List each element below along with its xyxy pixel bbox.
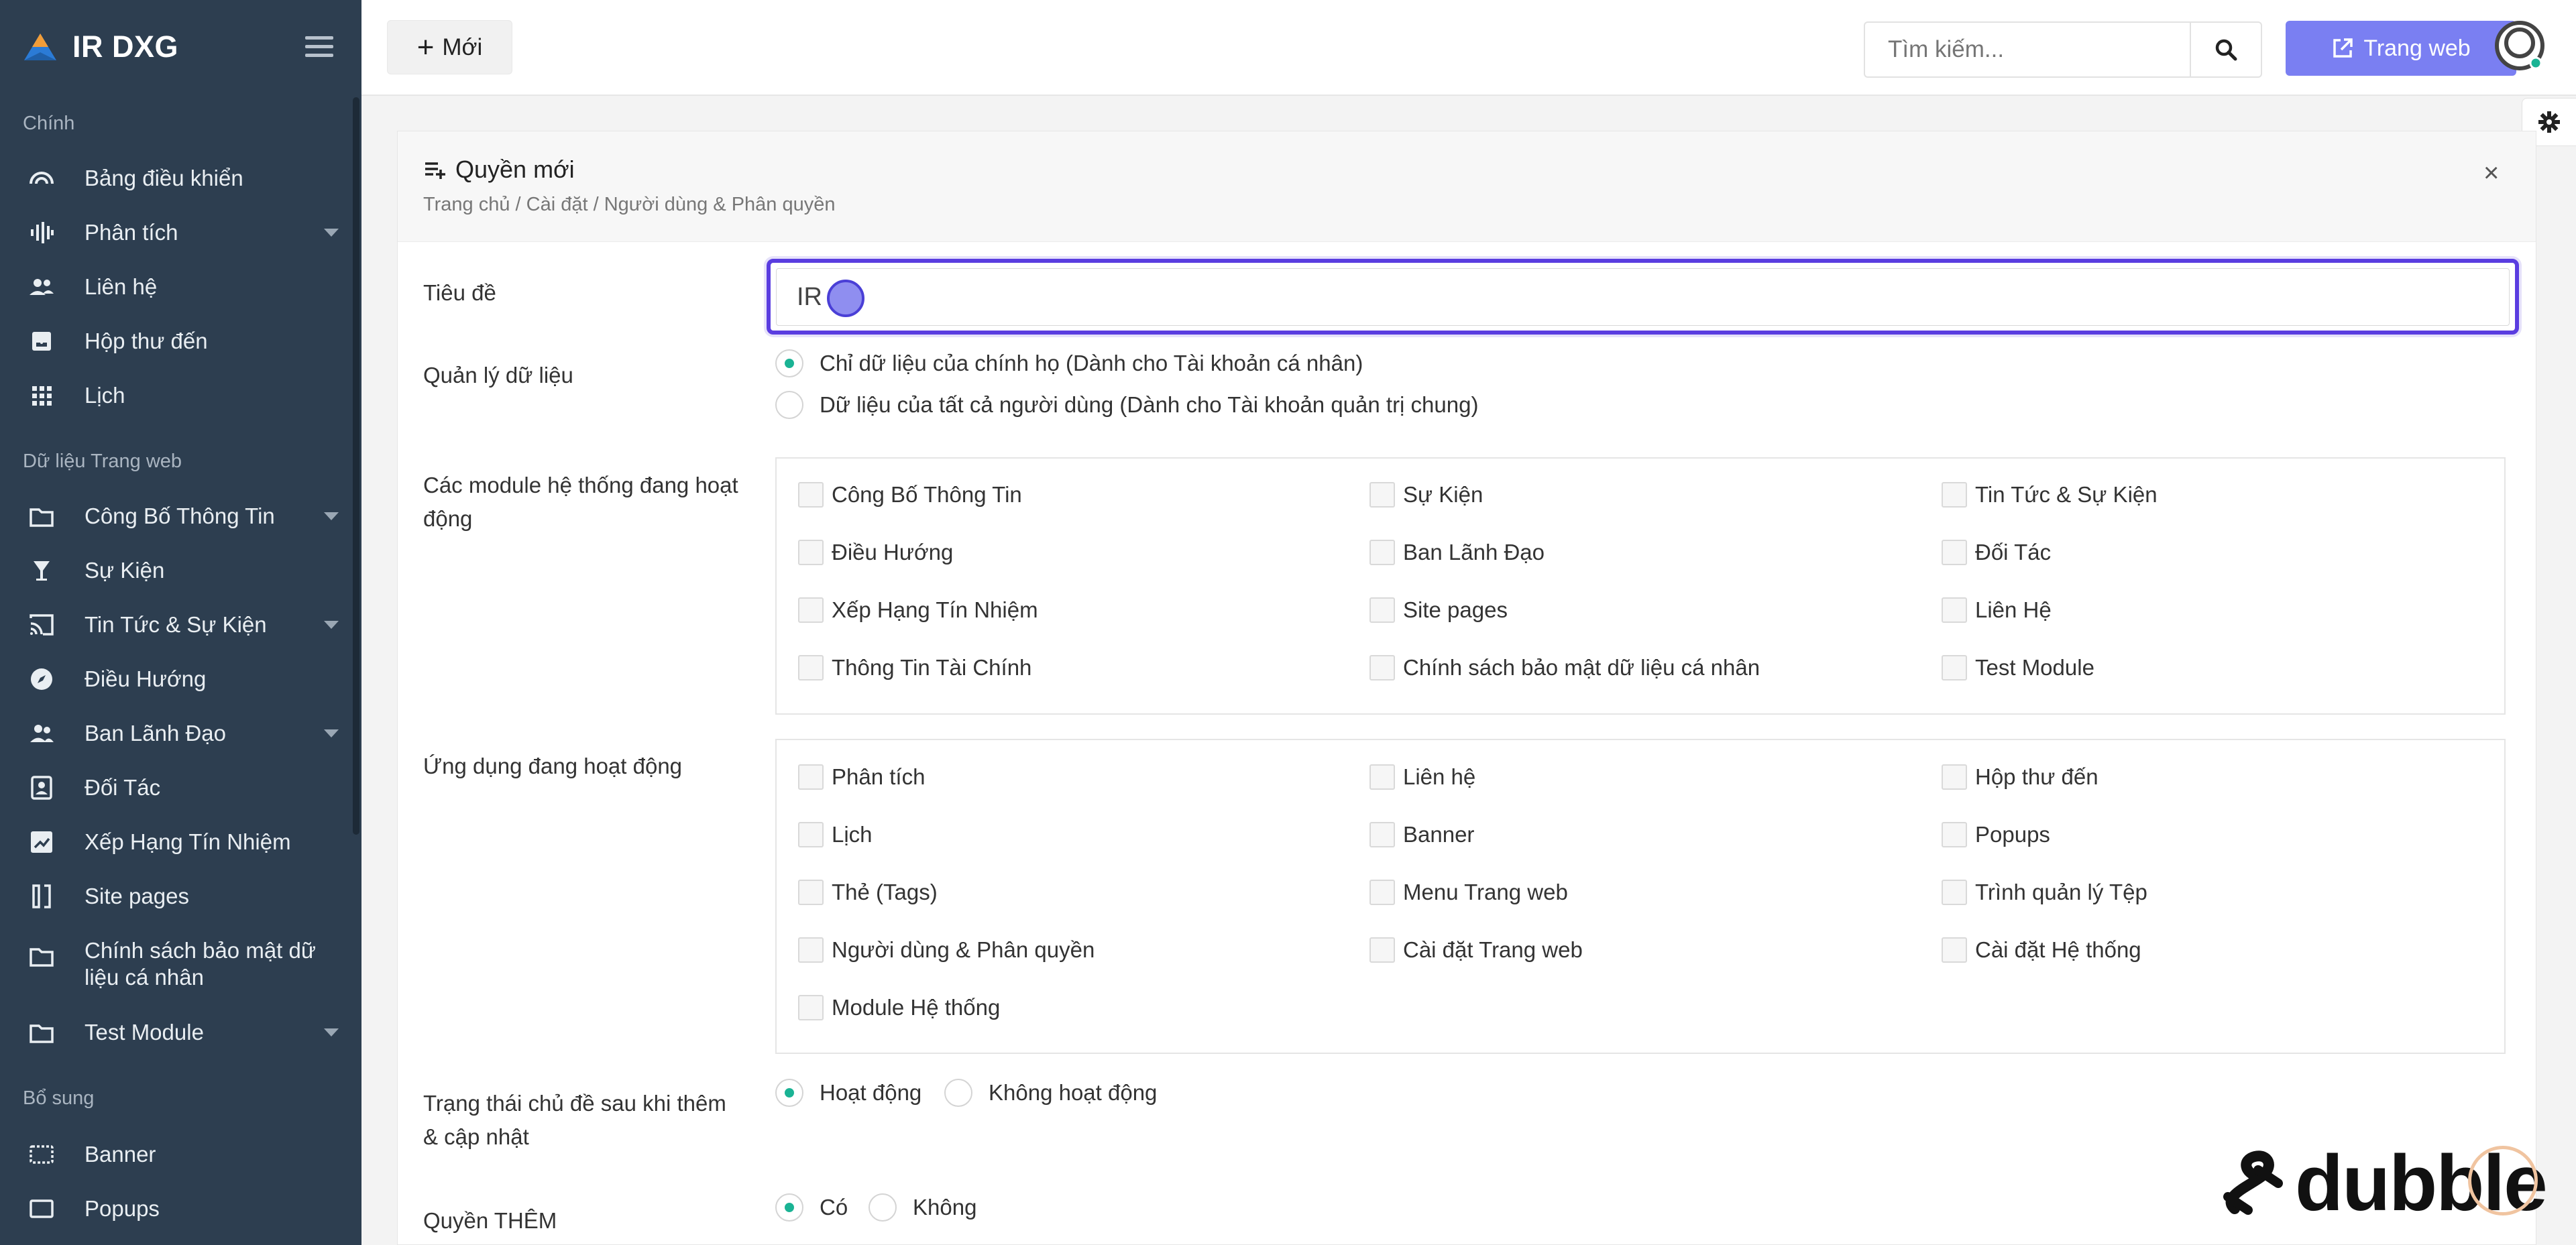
app-checkbox[interactable]: Người dùng & Phân quyền (798, 937, 1095, 963)
popup-icon (28, 1195, 55, 1222)
data-scope-all[interactable]: Dữ liệu của tất cả người dùng (Dành cho … (775, 391, 1478, 419)
title-label: Tiêu đề (423, 280, 496, 305)
app-checkbox[interactable]: Menu Trang web (1369, 880, 1568, 905)
radio-active[interactable] (775, 1079, 803, 1107)
app-checkbox[interactable]: Lịch (798, 822, 873, 847)
external-link-icon (2333, 38, 2353, 58)
brand[interactable]: IR DXG (23, 27, 178, 67)
module-checkbox[interactable]: Liên Hệ (1942, 597, 2052, 623)
app-checkbox[interactable]: Popups (1942, 822, 2050, 847)
chart-edit-icon (28, 829, 55, 855)
folder-icon (28, 943, 55, 969)
playlist-add-icon (425, 162, 445, 179)
add-permission-label: Quyền THÊM (423, 1208, 557, 1233)
trophy-icon (28, 557, 55, 584)
brand-name: IR DXG (72, 29, 179, 64)
gauge-icon (28, 165, 55, 192)
search-icon (2215, 39, 2237, 61)
app-checkbox[interactable]: Trình quản lý Tệp (1942, 880, 2147, 905)
module-checkbox[interactable]: Site pages (1369, 597, 1508, 623)
breadcrumb: Trang chủ / Cài đặt / Người dùng & Phân … (423, 194, 836, 215)
app-checkbox[interactable]: Phân tích (798, 764, 925, 790)
module-checkbox[interactable]: Xếp Hạng Tín Nhiệm (798, 597, 1038, 623)
status-inactive[interactable]: Không hoạt động (944, 1079, 1157, 1107)
data-scope-own[interactable]: Chỉ dữ liệu của chính họ (Dành cho Tài k… (775, 349, 1363, 377)
brand-logo-icon (24, 34, 56, 60)
status-label: Trạng thái chủ đề sau khi thêm & cập nhậ… (423, 1091, 726, 1149)
chevron-down-icon (324, 621, 339, 629)
module-checkbox[interactable]: Thông Tin Tài Chính (798, 655, 1031, 680)
gear-icon (2538, 111, 2560, 133)
contact-card-icon (28, 774, 55, 801)
people-icon (28, 720, 55, 747)
section-label-website-data: Dữ liệu Trang web (23, 451, 182, 472)
user-avatar-icon (2495, 21, 2544, 70)
app-checkbox[interactable]: Thẻ (Tags) (798, 880, 938, 905)
title-input[interactable] (776, 268, 2510, 326)
radio-add-no[interactable] (869, 1193, 897, 1222)
page-title: Quyền mới (423, 156, 575, 184)
add-permission-yes[interactable]: Có (775, 1193, 848, 1222)
modules-box: Công Bố Thông Tin Sự Kiện Tin Tức & Sự K… (775, 457, 2506, 715)
inbox-icon (28, 328, 55, 355)
radio-all-data[interactable] (775, 391, 803, 419)
apps-box: Phân tích Liên hệ Hộp thư đến Lịch Banne… (775, 739, 2506, 1054)
section-label-extras: Bổ sung (23, 1087, 95, 1109)
radio-add-yes[interactable] (775, 1193, 803, 1222)
radio-own-data[interactable] (775, 349, 803, 377)
top-bar: + Mới Trang web (361, 0, 2576, 96)
sidebar-scrollbar[interactable] (353, 97, 359, 835)
add-permission-no[interactable]: Không (869, 1193, 976, 1222)
banner-icon (28, 1141, 55, 1168)
module-checkbox[interactable]: Sự Kiện (1369, 482, 1483, 508)
new-permission-panel: Quyền mới Trang chủ / Cài đặt / Người dù… (397, 131, 2536, 1245)
title-field-focus (767, 259, 2519, 335)
mouse-cursor (827, 280, 864, 317)
search-input[interactable] (1864, 21, 2191, 78)
apps-grid-icon (28, 382, 55, 409)
search-button[interactable] (2190, 21, 2262, 78)
folder-icon (28, 1019, 55, 1046)
click-indicator-ring (2468, 1146, 2538, 1216)
radio-inactive[interactable] (944, 1079, 972, 1107)
waveform-icon (28, 219, 55, 246)
app-checkbox[interactable]: Liên hệ (1369, 764, 1475, 790)
data-scope-label: Quản lý dữ liệu (423, 363, 573, 388)
cast-icon (28, 611, 55, 638)
sidebar: IR DXG Chính Bảng điều khiển Phân tích L… (0, 0, 361, 1245)
modules-label: Các module hệ thống đang hoạt động (423, 473, 738, 531)
chevron-down-icon (324, 229, 339, 237)
module-checkbox[interactable]: Chính sách bảo mật dữ liệu cá nhân (1369, 655, 1760, 680)
module-checkbox[interactable]: Đối Tác (1942, 540, 2051, 565)
avatar[interactable] (2494, 20, 2545, 71)
chevron-down-icon (324, 1028, 339, 1036)
app-checkbox[interactable]: Hộp thư đến (1942, 764, 2098, 790)
apps-label: Ứng dụng đang hoạt động (423, 754, 683, 778)
compass-icon (28, 666, 55, 693)
plus-icon: + (416, 30, 435, 64)
module-checkbox[interactable]: Điều Hướng (798, 540, 953, 565)
module-checkbox[interactable]: Ban Lãnh Đạo (1369, 540, 1545, 565)
chevron-down-icon (324, 512, 339, 520)
panel-header: Quyền mới Trang chủ / Cài đặt / Người dù… (398, 131, 2536, 242)
app-checkbox[interactable]: Banner (1369, 822, 1474, 847)
website-button[interactable]: Trang web (2286, 21, 2516, 76)
pages-icon (28, 883, 55, 910)
section-label-main: Chính (23, 113, 75, 134)
dubble-logo-icon (2223, 1150, 2283, 1215)
module-checkbox[interactable]: Công Bố Thông Tin (798, 482, 1022, 508)
module-checkbox[interactable]: Test Module (1942, 655, 2094, 680)
folder-icon (28, 503, 55, 530)
close-icon[interactable]: × (2483, 160, 2499, 186)
chevron-down-icon (324, 729, 339, 737)
menu-toggle-icon[interactable] (305, 36, 333, 58)
status-active[interactable]: Hoạt động (775, 1079, 921, 1107)
app-checkbox[interactable]: Cài đặt Hệ thống (1942, 937, 2141, 963)
app-checkbox[interactable]: Module Hệ thống (798, 995, 1000, 1020)
module-checkbox[interactable]: Tin Tức & Sự Kiện (1942, 482, 2158, 508)
app-checkbox[interactable]: Cài đặt Trang web (1369, 937, 1583, 963)
new-button[interactable]: + Mới (387, 20, 512, 74)
users-icon (28, 274, 55, 300)
